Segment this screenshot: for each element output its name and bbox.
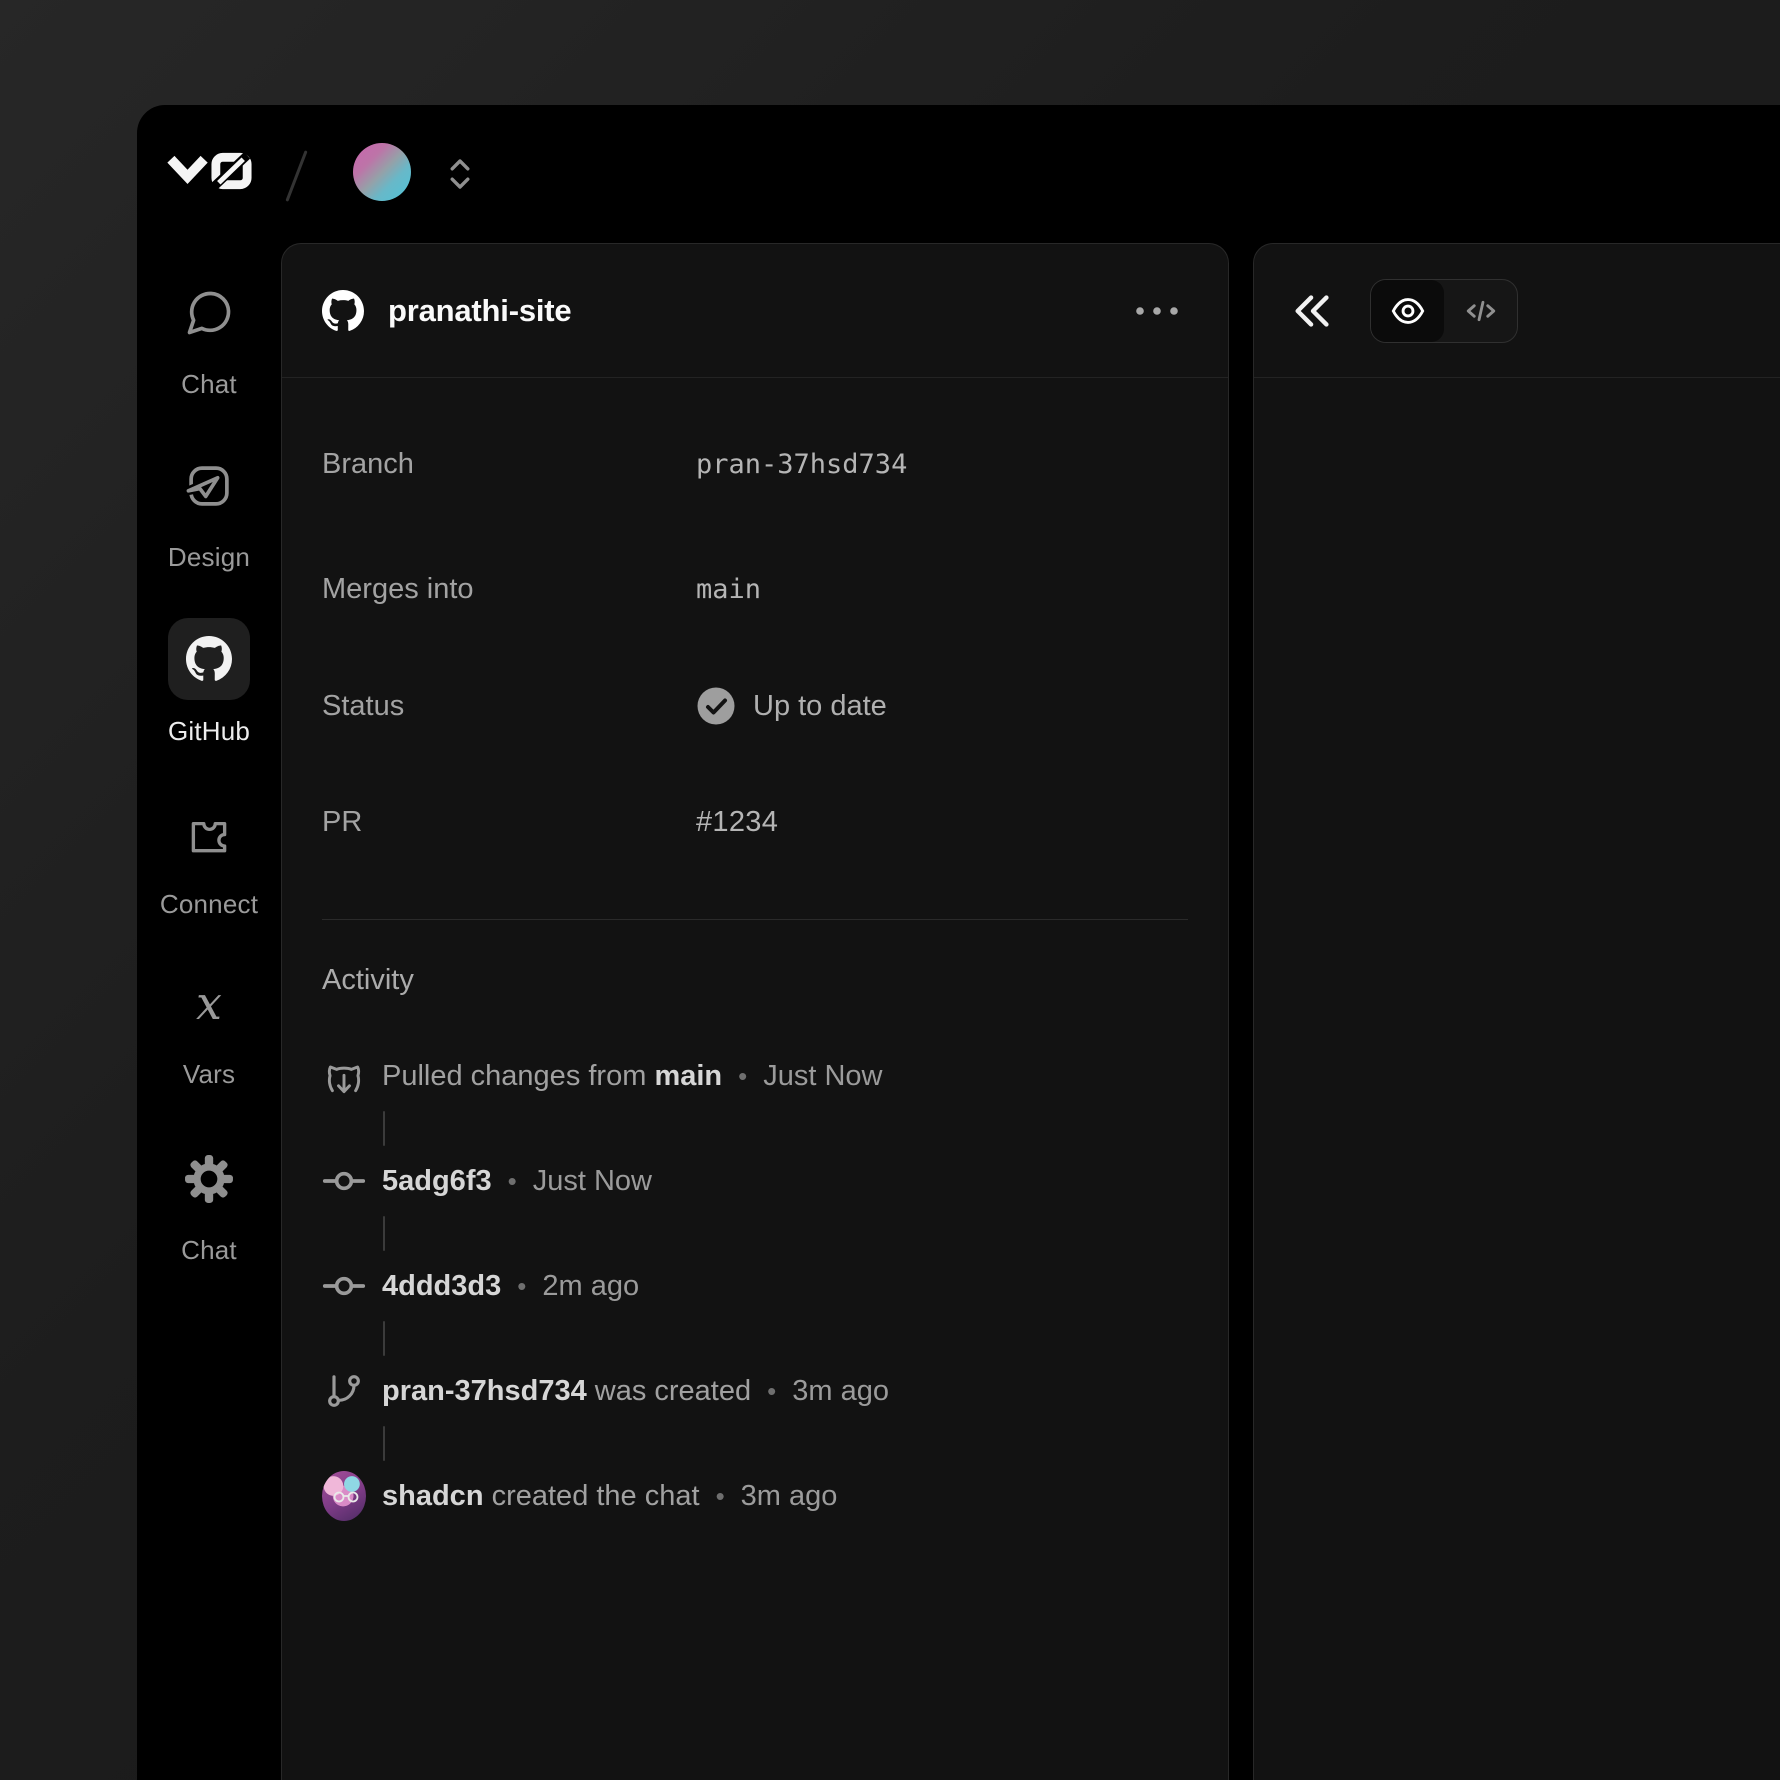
breadcrumb-slash [285,150,307,201]
preview-tab[interactable] [1371,280,1444,342]
app-window: Chat Design GitHub Connect x [137,105,1780,1780]
timeline-connector [383,1216,385,1251]
field-status: Status Up to date [322,686,1188,726]
field-value: pran-37hsd734 [696,449,907,480]
activity-item-branch-created: pran-37hsd734 was created • 3m ago [322,1367,1188,1415]
eye-icon [1390,293,1426,329]
dot-separator: • [508,1166,517,1197]
preview-panel-header [1254,244,1780,378]
octocat-pull-icon [322,1054,366,1098]
field-value: main [696,574,761,605]
github-octocat-icon [322,290,364,332]
sidebar-item-label: Chat [181,369,237,400]
sidebar-item-vars[interactable]: x Vars [137,977,281,1090]
timeline-connector [383,1111,385,1146]
section-divider [322,919,1188,920]
activity-list: Pulled changes from main • Just Now 5adg… [322,1052,1188,1520]
git-commit-icon [322,1166,366,1196]
sidebar-item-label: Design [168,542,250,573]
activity-heading: Activity [322,964,1188,997]
field-value: #1234 [696,806,778,839]
sidebar-item-design[interactable]: Design [137,460,281,573]
ellipsis-menu-icon[interactable] [1126,297,1188,325]
activity-time: Just Now [533,1165,652,1198]
project-avatar[interactable] [353,143,411,201]
git-branch-icon [322,1371,366,1411]
field-branch: Branch pran-37hsd734 [322,448,1188,481]
sidebar-item-connect[interactable]: Connect [137,807,281,920]
activity-time: Just Now [763,1060,882,1093]
github-panel-header: pranathi-site [282,244,1228,378]
chevrons-left-icon[interactable] [1290,288,1336,334]
activity-time: 3m ago [792,1375,889,1408]
activity-item-pulled-changes: Pulled changes from main • Just Now [322,1052,1188,1100]
activity-text: Pulled changes from main [382,1060,722,1093]
chevron-up-down-icon[interactable] [447,154,473,199]
field-label: Branch [322,448,696,481]
italic-x-icon: x [196,977,222,1029]
github-panel: pranathi-site Branch pran-37hsd734 Merge… [281,243,1229,1780]
activity-text: shadcn created the chat [382,1480,700,1513]
sidebar-item-label: Vars [183,1059,235,1090]
git-commit-icon [322,1271,366,1301]
activity-item-commit: 5adg6f3 • Just Now [322,1157,1188,1205]
sidebar-item-settings-chat[interactable]: Chat [137,1153,281,1266]
view-toggle [1370,279,1518,343]
timeline-connector [383,1321,385,1356]
sidebar-item-label: GitHub [168,716,250,747]
activity-time: 3m ago [741,1480,838,1513]
field-merges-into: Merges into main [322,573,1188,606]
code-icon [1463,293,1499,329]
activity-time: 2m ago [542,1270,639,1303]
code-tab[interactable] [1444,280,1517,342]
dot-separator: • [738,1061,747,1092]
dot-separator: • [517,1271,526,1302]
gear-icon [184,1153,234,1205]
chat-bubble-icon [183,287,235,339]
preview-panel [1253,243,1780,1780]
github-panel-body: Branch pran-37hsd734 Merges into main St… [282,378,1228,1520]
check-circle-icon [696,686,736,726]
github-octocat-icon [168,618,250,700]
sidebar-item-label: Connect [160,889,258,920]
activity-item-commit: 4ddd3d3 • 2m ago [322,1262,1188,1310]
field-label: PR [322,806,696,839]
field-label: Merges into [322,573,696,606]
field-label: Status [322,690,696,723]
shadcn-avatar [322,1471,366,1521]
activity-text: 4ddd3d3 [382,1270,501,1303]
timeline-connector [383,1426,385,1461]
dot-separator: • [767,1376,776,1407]
status-text: Up to date [753,690,887,723]
activity-item-chat-created: shadcn created the chat • 3m ago [322,1472,1188,1520]
field-pr: PR #1234 [322,806,1188,839]
v0-logo [167,151,253,191]
sidebar-item-chat[interactable]: Chat [137,287,281,400]
sidebar-item-label: Chat [181,1235,237,1266]
repo-title: pranathi-site [388,293,1126,329]
sidebar-item-github[interactable]: GitHub [137,618,281,747]
status-value: Up to date [696,686,887,726]
puzzle-piece-icon [184,807,234,859]
activity-text: pran-37hsd734 was created [382,1375,751,1408]
design-send-icon [183,460,235,512]
dot-separator: • [716,1481,725,1512]
activity-text: 5adg6f3 [382,1165,492,1198]
